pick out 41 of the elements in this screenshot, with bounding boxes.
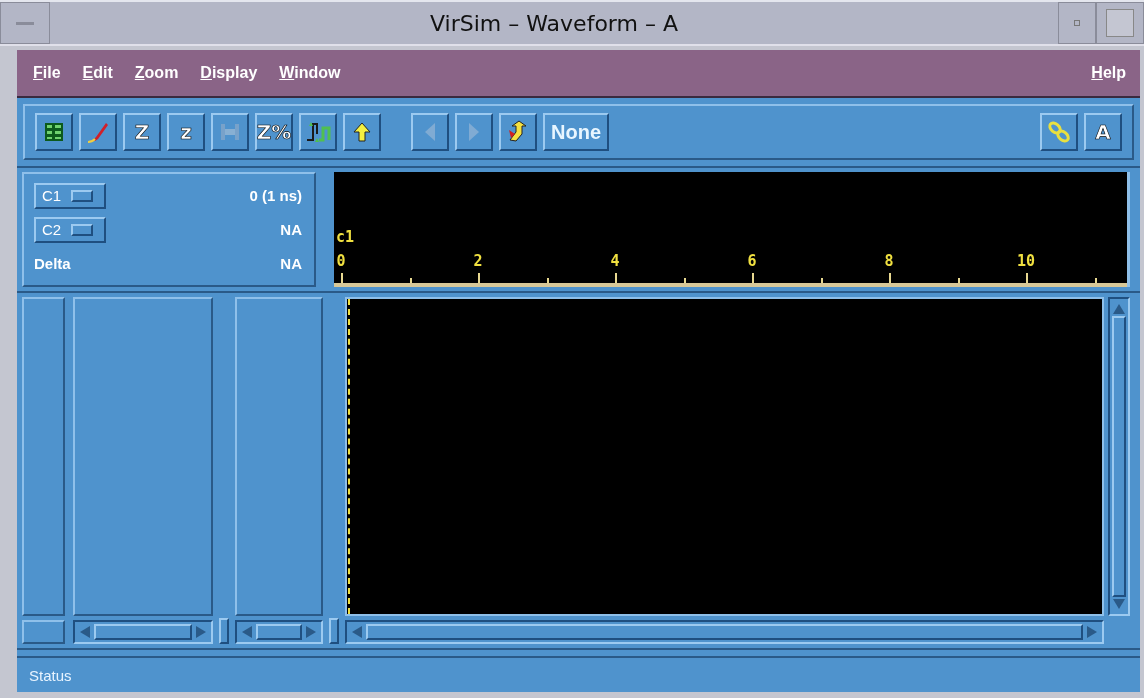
corner-box <box>22 620 65 644</box>
zoom-button[interactable]: Z <box>123 113 161 151</box>
tick-label: 2 <box>473 252 483 270</box>
menu-item[interactable]: Zoom <box>134 64 179 82</box>
bracket-icon <box>218 121 242 143</box>
tick-label: 8 <box>884 252 894 270</box>
window-title: VirSim – Waveform – A <box>429 9 679 38</box>
menu-item[interactable]: Window <box>279 64 341 82</box>
pen-icon <box>86 120 110 144</box>
zoom-button[interactable]: A <box>1084 113 1122 151</box>
marker-button[interactable] <box>499 113 537 151</box>
tick-label: 6 <box>747 252 757 270</box>
menu-item[interactable]: Help <box>1091 64 1126 82</box>
status-text: Status <box>29 666 72 684</box>
menu-item[interactable]: File <box>33 64 61 82</box>
sash-handle[interactable] <box>329 618 339 644</box>
link-button[interactable] <box>1040 113 1078 151</box>
menu-item[interactable]: Edit <box>82 64 113 82</box>
sash-handle[interactable] <box>219 618 229 644</box>
up-arrow-icon <box>352 121 372 143</box>
up-arrow-button[interactable] <box>343 113 381 151</box>
waveform-icon <box>305 120 331 144</box>
menu-item[interactable]: Display <box>200 64 258 82</box>
tick-label: 4 <box>610 252 620 270</box>
pen-button[interactable] <box>79 113 117 151</box>
delta-label: Delta <box>34 254 71 272</box>
cursor-label: c1 <box>336 228 355 246</box>
group-field[interactable]: None <box>543 113 609 151</box>
edge-button[interactable] <box>299 113 337 151</box>
zoom-button[interactable]: Z% <box>255 113 293 151</box>
tick-label: 10 <box>1016 252 1036 270</box>
chain-icon <box>1046 120 1072 144</box>
cursor-value: NA <box>280 221 302 238</box>
signal-list-button[interactable] <box>35 113 73 151</box>
grid-icon <box>43 121 65 143</box>
tick-label: 0 <box>336 252 346 270</box>
cursor-button[interactable]: C2 <box>34 216 106 243</box>
delta-value: NA <box>280 254 302 272</box>
cursor-value: 0 (1 ns) <box>249 187 302 205</box>
zoom-button[interactable]: z <box>167 113 205 151</box>
cursor-button[interactable]: C1 <box>34 182 106 209</box>
